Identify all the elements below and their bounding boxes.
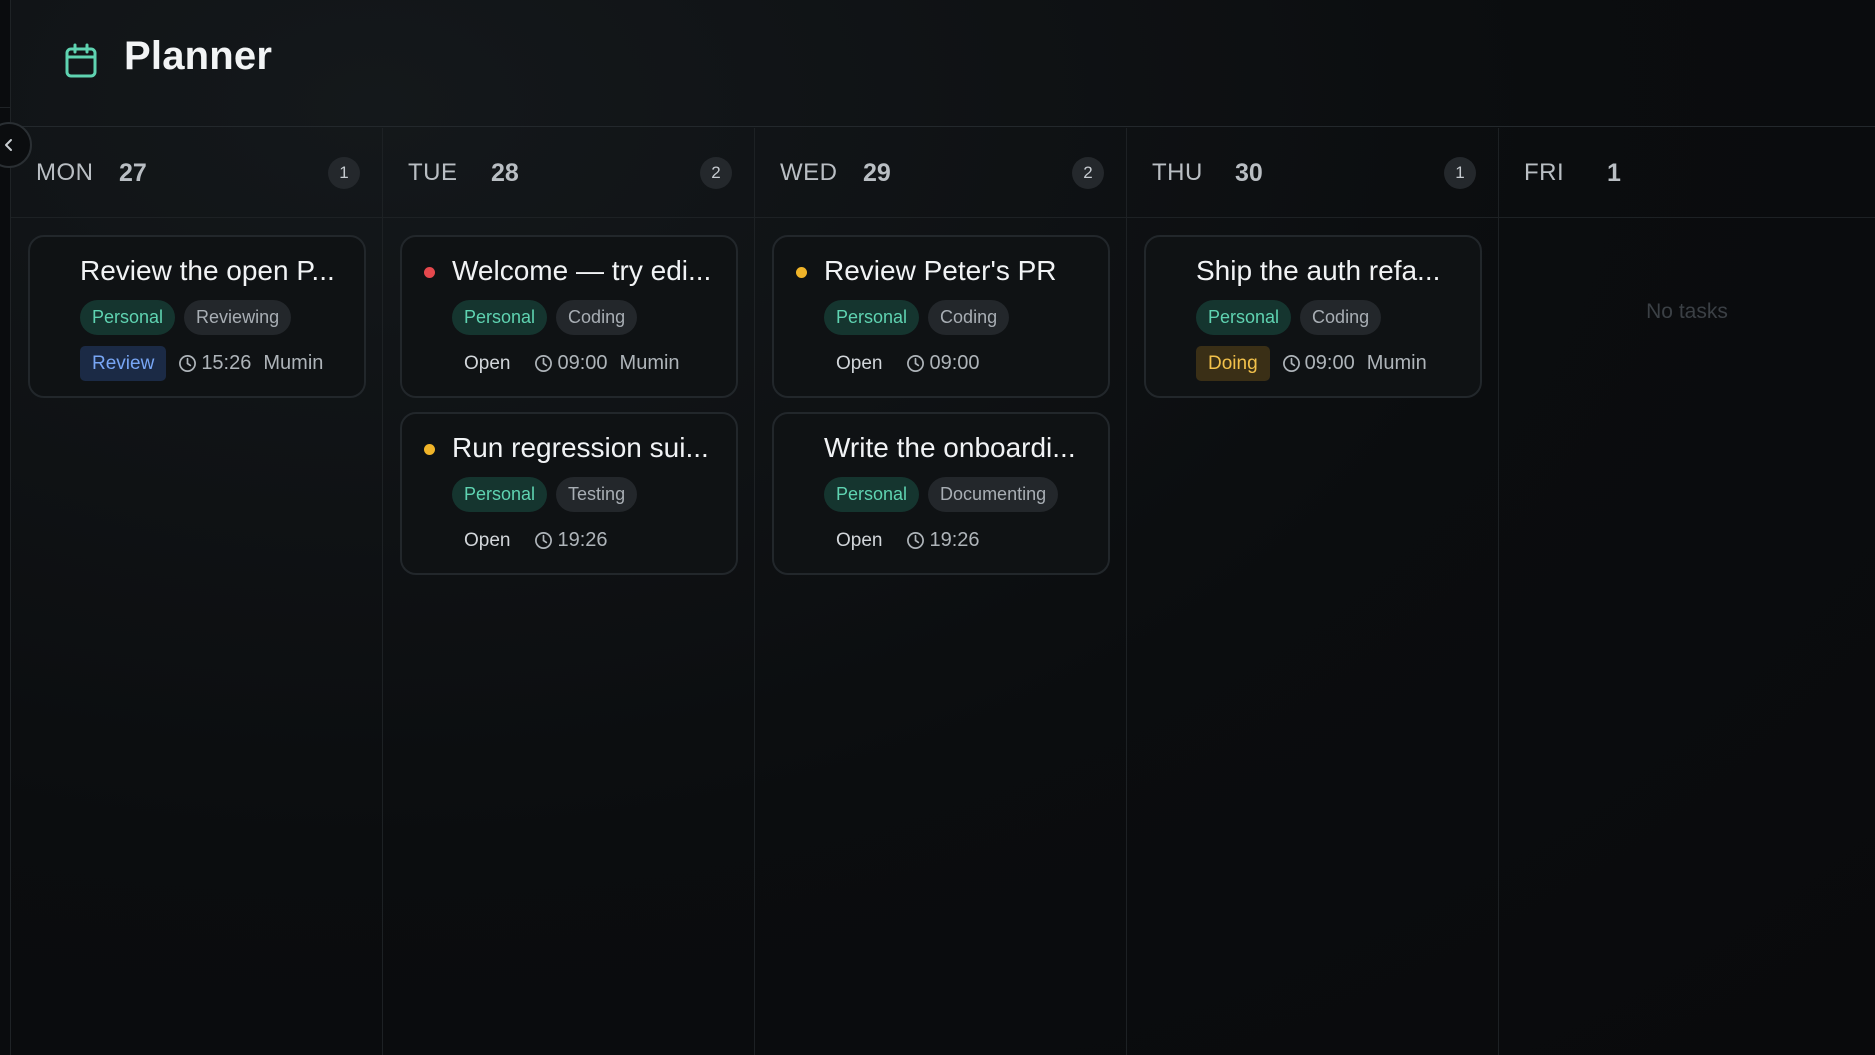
day-number: 1: [1607, 159, 1621, 187]
day-column-header: TUE 28 2: [383, 128, 754, 218]
clock-icon: [1282, 355, 1300, 372]
tag-category[interactable]: Coding: [928, 300, 1010, 335]
day-column-header: THU 30 1: [1127, 128, 1498, 218]
week-board: MON 27 1 Review the open P... Personal Review…: [11, 128, 1875, 1055]
task-meta: Open 19:26: [824, 523, 992, 558]
task-owner: Mumin: [263, 352, 324, 374]
tag-personal[interactable]: Personal: [80, 300, 176, 335]
task-title: Run regression sui...: [452, 432, 709, 463]
task-count-badge: 1: [1444, 157, 1476, 189]
status-badge[interactable]: Open: [452, 523, 522, 558]
day-of-week: MON: [36, 159, 94, 186]
tag-category[interactable]: Reviewing: [184, 300, 292, 335]
status-badge[interactable]: Open: [824, 523, 894, 558]
day-number: 30: [1235, 159, 1263, 187]
day-column-header: MON 27 1: [11, 128, 382, 218]
day-column-header: FRI 1: [1499, 128, 1875, 218]
task-time: 09:00: [1304, 352, 1355, 374]
status-badge[interactable]: Open: [452, 346, 522, 381]
day-of-week: FRI: [1524, 159, 1565, 186]
clock-icon: [535, 355, 553, 372]
task-meta: Doing 09:00 Mumin: [1196, 346, 1427, 381]
task-card[interactable]: Review the open P... Personal Reviewing Rev…: [28, 235, 366, 398]
tag-category[interactable]: Documenting: [928, 477, 1059, 512]
page-title: Planner: [124, 34, 273, 78]
calendar-icon: [65, 43, 97, 78]
task-card[interactable]: Run regression sui... Personal Testing Open…: [400, 412, 738, 575]
task-meta: Open 09:00 Mumin: [452, 346, 680, 381]
task-owner: Mumin: [1366, 352, 1427, 374]
tag-personal[interactable]: Personal: [824, 300, 920, 335]
task-title: Write the onboardi...: [824, 432, 1076, 463]
clock-icon: [907, 532, 925, 549]
task-meta: Open 09:00: [824, 346, 992, 381]
chevron-left-icon: [5, 139, 12, 151]
day-column-header: WED 29 2: [755, 128, 1126, 218]
empty-state: No tasks: [1646, 300, 1728, 323]
clock-icon: [179, 355, 197, 372]
task-time: 19:26: [557, 529, 608, 551]
day-of-week: WED: [780, 159, 838, 186]
tag-personal[interactable]: Personal: [452, 477, 548, 512]
header: Planner: [11, 0, 1875, 127]
status-badge[interactable]: Open: [824, 346, 894, 381]
task-card[interactable]: Ship the auth refa... Personal Coding Doing…: [1144, 235, 1482, 398]
day-of-week: THU: [1152, 159, 1203, 186]
day-of-week: TUE: [408, 159, 458, 186]
task-tags: Personal Documenting: [824, 477, 1059, 512]
task-time: 15:26: [201, 352, 252, 374]
status-badge[interactable]: Review: [80, 346, 167, 381]
task-title: Review Peter's PR: [824, 255, 1057, 286]
day-column: FRI 1 No tasks: [1499, 128, 1875, 1055]
day-column: MON 27 1 Review the open P... Personal Review…: [11, 128, 383, 1055]
task-card[interactable]: Review Peter's PR Personal Coding Open 09:00: [772, 235, 1110, 398]
task-tags: Personal Coding: [452, 300, 638, 335]
task-tags: Personal Coding: [824, 300, 1010, 335]
tag-category[interactable]: Coding: [1300, 300, 1382, 335]
task-owner: Mumin: [619, 352, 680, 374]
task-title: Review the open P...: [80, 255, 335, 286]
task-meta: Review 15:26 Mumin: [80, 346, 323, 381]
task-time: 09:00: [557, 352, 608, 374]
task-card[interactable]: Welcome — try edi... Personal Coding Open 09…: [400, 235, 738, 398]
task-tags: Personal Coding: [1196, 300, 1382, 335]
clock-icon: [535, 532, 553, 549]
tag-category[interactable]: Coding: [556, 300, 638, 335]
planner-app: Planner MON 27 1 Review the open P... Person…: [0, 0, 1875, 1055]
task-count-badge: 1: [328, 157, 360, 189]
priority-dot: [796, 267, 807, 278]
day-column: WED 29 2 Review Peter's PR Personal Coding Ope…: [755, 128, 1127, 1055]
day-column: THU 30 1 Ship the auth refa... Personal Codin…: [1127, 128, 1499, 1055]
day-number: 28: [491, 159, 519, 187]
day-number: 27: [119, 159, 147, 187]
task-title: Welcome — try edi...: [452, 255, 712, 286]
day-column: TUE 28 2 Welcome — try edi... Personal Coding…: [383, 128, 755, 1055]
priority-dot: [424, 267, 435, 278]
tag-personal[interactable]: Personal: [824, 477, 920, 512]
task-count-badge: 2: [1072, 157, 1104, 189]
task-count-badge: 2: [700, 157, 732, 189]
tag-personal[interactable]: Personal: [1196, 300, 1292, 335]
rail-handle: [0, 0, 11, 108]
clock-icon: [907, 355, 925, 372]
task-tags: Personal Reviewing: [80, 300, 292, 335]
task-card[interactable]: Write the onboardi... Personal Documenting…: [772, 412, 1110, 575]
priority-dot: [424, 444, 435, 455]
task-tags: Personal Testing: [452, 477, 638, 512]
task-title: Ship the auth refa...: [1196, 255, 1441, 286]
task-time: 09:00: [929, 352, 980, 374]
status-badge[interactable]: Doing: [1196, 346, 1270, 381]
tag-category[interactable]: Testing: [556, 477, 638, 512]
task-meta: Open 19:26: [452, 523, 620, 558]
tag-personal[interactable]: Personal: [452, 300, 548, 335]
day-number: 29: [863, 159, 891, 187]
task-time: 19:26: [929, 529, 980, 551]
